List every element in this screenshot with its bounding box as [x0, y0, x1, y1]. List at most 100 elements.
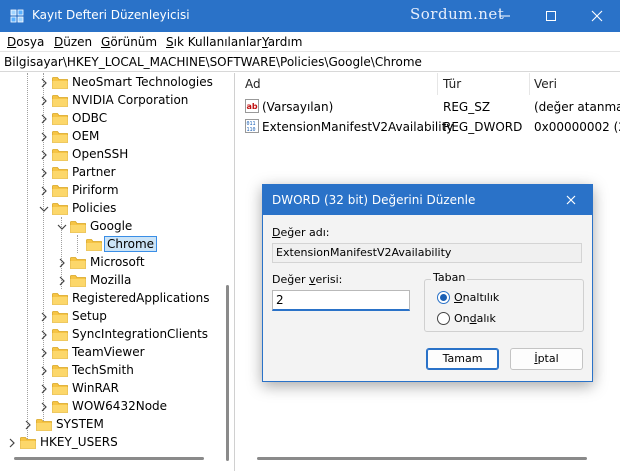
tree-node[interactable]: Setup	[38, 308, 215, 326]
chevron-right-icon[interactable]	[22, 419, 34, 431]
chevron-right-icon[interactable]	[38, 77, 50, 89]
chevron-right-icon[interactable]	[6, 437, 18, 449]
folder-icon	[52, 311, 68, 323]
tree-node[interactable]: Google	[56, 218, 215, 236]
column-header-type[interactable]: Tür	[443, 77, 461, 91]
scroll-thumb[interactable]	[226, 285, 229, 461]
chevron-down-icon[interactable]	[38, 203, 50, 215]
tree-node-label: Chrome	[104, 236, 158, 252]
tree-node[interactable]: TeamViewer	[38, 344, 215, 362]
menu-help[interactable]: Yardım	[262, 35, 302, 49]
dialog-close-icon[interactable]	[563, 192, 579, 208]
column-divider[interactable]	[529, 73, 530, 95]
address-bar[interactable]: Bilgisayar\HKEY_LOCAL_MACHINE\SOFTWARE\P…	[0, 52, 620, 72]
chevron-right-icon[interactable]	[56, 275, 68, 287]
folder-icon	[86, 239, 102, 251]
menu-edit[interactable]: Düzen	[54, 35, 92, 49]
folder-icon	[52, 167, 68, 179]
hexadecimal-radio[interactable]	[437, 291, 450, 304]
tree-node[interactable]: Mozilla	[56, 272, 215, 290]
decimal-label[interactable]: Ondalık	[454, 312, 496, 325]
tree-node[interactable]: Policies	[38, 200, 215, 218]
folder-icon	[52, 113, 68, 125]
value-name-field[interactable]: ExtensionManifestV2Availability	[272, 243, 582, 263]
key-tree[interactable]: NeoSmart Technologies NVIDIA Corporation O…	[0, 73, 235, 471]
chevron-right-icon[interactable]	[38, 347, 50, 359]
edit-dword-dialog: DWORD (32 bit) Değerini Düzenle Değer ad…	[262, 184, 593, 382]
ok-button[interactable]: Tamam	[426, 348, 499, 370]
tree-node-label: Setup	[72, 309, 107, 323]
chevron-right-icon[interactable]	[38, 329, 50, 341]
tree-node[interactable]: RegisteredApplications	[38, 290, 215, 308]
tree-node-label: Mozilla	[90, 273, 132, 287]
tree-node[interactable]: Partner	[38, 164, 215, 182]
tree-node[interactable]: ODBC	[38, 110, 215, 128]
tree-node[interactable]: OEM	[38, 128, 215, 146]
tree-node-label: WOW6432Node	[72, 399, 168, 413]
tree-node-label: NeoSmart Technologies	[72, 75, 213, 89]
tree-node[interactable]: SYSTEM	[22, 416, 215, 434]
column-divider[interactable]	[437, 73, 438, 95]
chevron-right-icon[interactable]	[56, 257, 68, 269]
minimize-button[interactable]	[482, 0, 528, 32]
tree-node[interactable]: NVIDIA Corporation	[38, 92, 215, 110]
close-button[interactable]	[574, 0, 620, 32]
maximize-icon	[546, 11, 556, 21]
folder-icon	[52, 131, 68, 143]
folder-icon	[52, 383, 68, 395]
chevron-right-icon[interactable]	[38, 185, 50, 197]
decimal-radio[interactable]	[437, 312, 450, 325]
list-row[interactable]: 011 110 ExtensionManifestV2Availability …	[237, 117, 620, 137]
value-name: (Varsayılan)	[262, 100, 334, 114]
folder-icon	[52, 149, 68, 161]
tree-node[interactable]: Microsoft	[56, 254, 215, 272]
menu-file[interactable]: Dosya	[7, 35, 44, 49]
tree-node[interactable]: WinRAR	[38, 380, 215, 398]
tree-node[interactable]: HKEY_USERS	[6, 434, 215, 452]
chevron-right-icon[interactable]	[38, 401, 50, 413]
chevron-right-icon[interactable]	[38, 149, 50, 161]
hexadecimal-label[interactable]: Onaltılık	[454, 291, 499, 304]
column-header-name[interactable]: Ad	[245, 77, 261, 91]
menu-view[interactable]: Görünüm	[101, 35, 157, 49]
base-group: Taban Onaltılık Ondalık	[424, 271, 584, 332]
tree-node[interactable]: NeoSmart Technologies	[38, 74, 215, 92]
tree-node[interactable]: Chrome	[72, 236, 215, 254]
tree-node[interactable]: WOW6432Node	[38, 398, 215, 416]
chevron-right-icon[interactable]	[38, 311, 50, 323]
list-row[interactable]: ab (Varsayılan) REG_SZ (değer atanmamış)	[237, 97, 620, 117]
tree-node[interactable]: SyncIntegrationClients	[38, 326, 215, 344]
svg-text:110: 110	[247, 127, 256, 133]
value-type: REG_DWORD	[443, 120, 523, 134]
value-data-label: Değer verisi:	[272, 273, 343, 286]
menu-favorites[interactable]: Sık Kullanılanlar	[166, 35, 261, 49]
list-horizontal-scrollbar[interactable]	[257, 457, 587, 460]
chevron-right-icon[interactable]	[38, 167, 50, 179]
cancel-button[interactable]: İptal	[510, 348, 583, 370]
column-header-data[interactable]: Veri	[534, 77, 557, 91]
tree-node[interactable]: OpenSSH	[38, 146, 215, 164]
folder-icon	[52, 203, 68, 215]
svg-text:ab: ab	[247, 102, 258, 111]
chevron-right-icon[interactable]	[38, 131, 50, 143]
tree-node-label: HKEY_USERS	[40, 435, 118, 449]
chevron-right-icon[interactable]	[38, 113, 50, 125]
chevron-right-icon[interactable]	[38, 383, 50, 395]
menu-bar: Dosya Düzen Görünüm Sık Kullanılanlar Ya…	[0, 32, 620, 52]
tree-node[interactable]: TechSmith	[38, 362, 215, 380]
tree-node-label: OpenSSH	[72, 147, 129, 161]
chevron-right-icon[interactable]	[38, 95, 50, 107]
value-data-input[interactable]: 2	[272, 290, 410, 311]
tree-horizontal-scrollbar[interactable]	[14, 457, 204, 460]
tree-vertical-scrollbar[interactable]	[222, 73, 234, 471]
chevron-down-icon[interactable]	[56, 221, 68, 233]
tree-guide	[27, 73, 28, 445]
folder-icon	[70, 257, 86, 269]
tree-node-label: ODBC	[72, 111, 108, 125]
chevron-right-icon[interactable]	[38, 365, 50, 377]
tree-node-label: Piriform	[72, 183, 119, 197]
tree-node[interactable]: Piriform	[38, 182, 215, 200]
maximize-button[interactable]	[528, 0, 574, 32]
folder-icon	[20, 437, 36, 449]
folder-icon	[70, 221, 86, 233]
